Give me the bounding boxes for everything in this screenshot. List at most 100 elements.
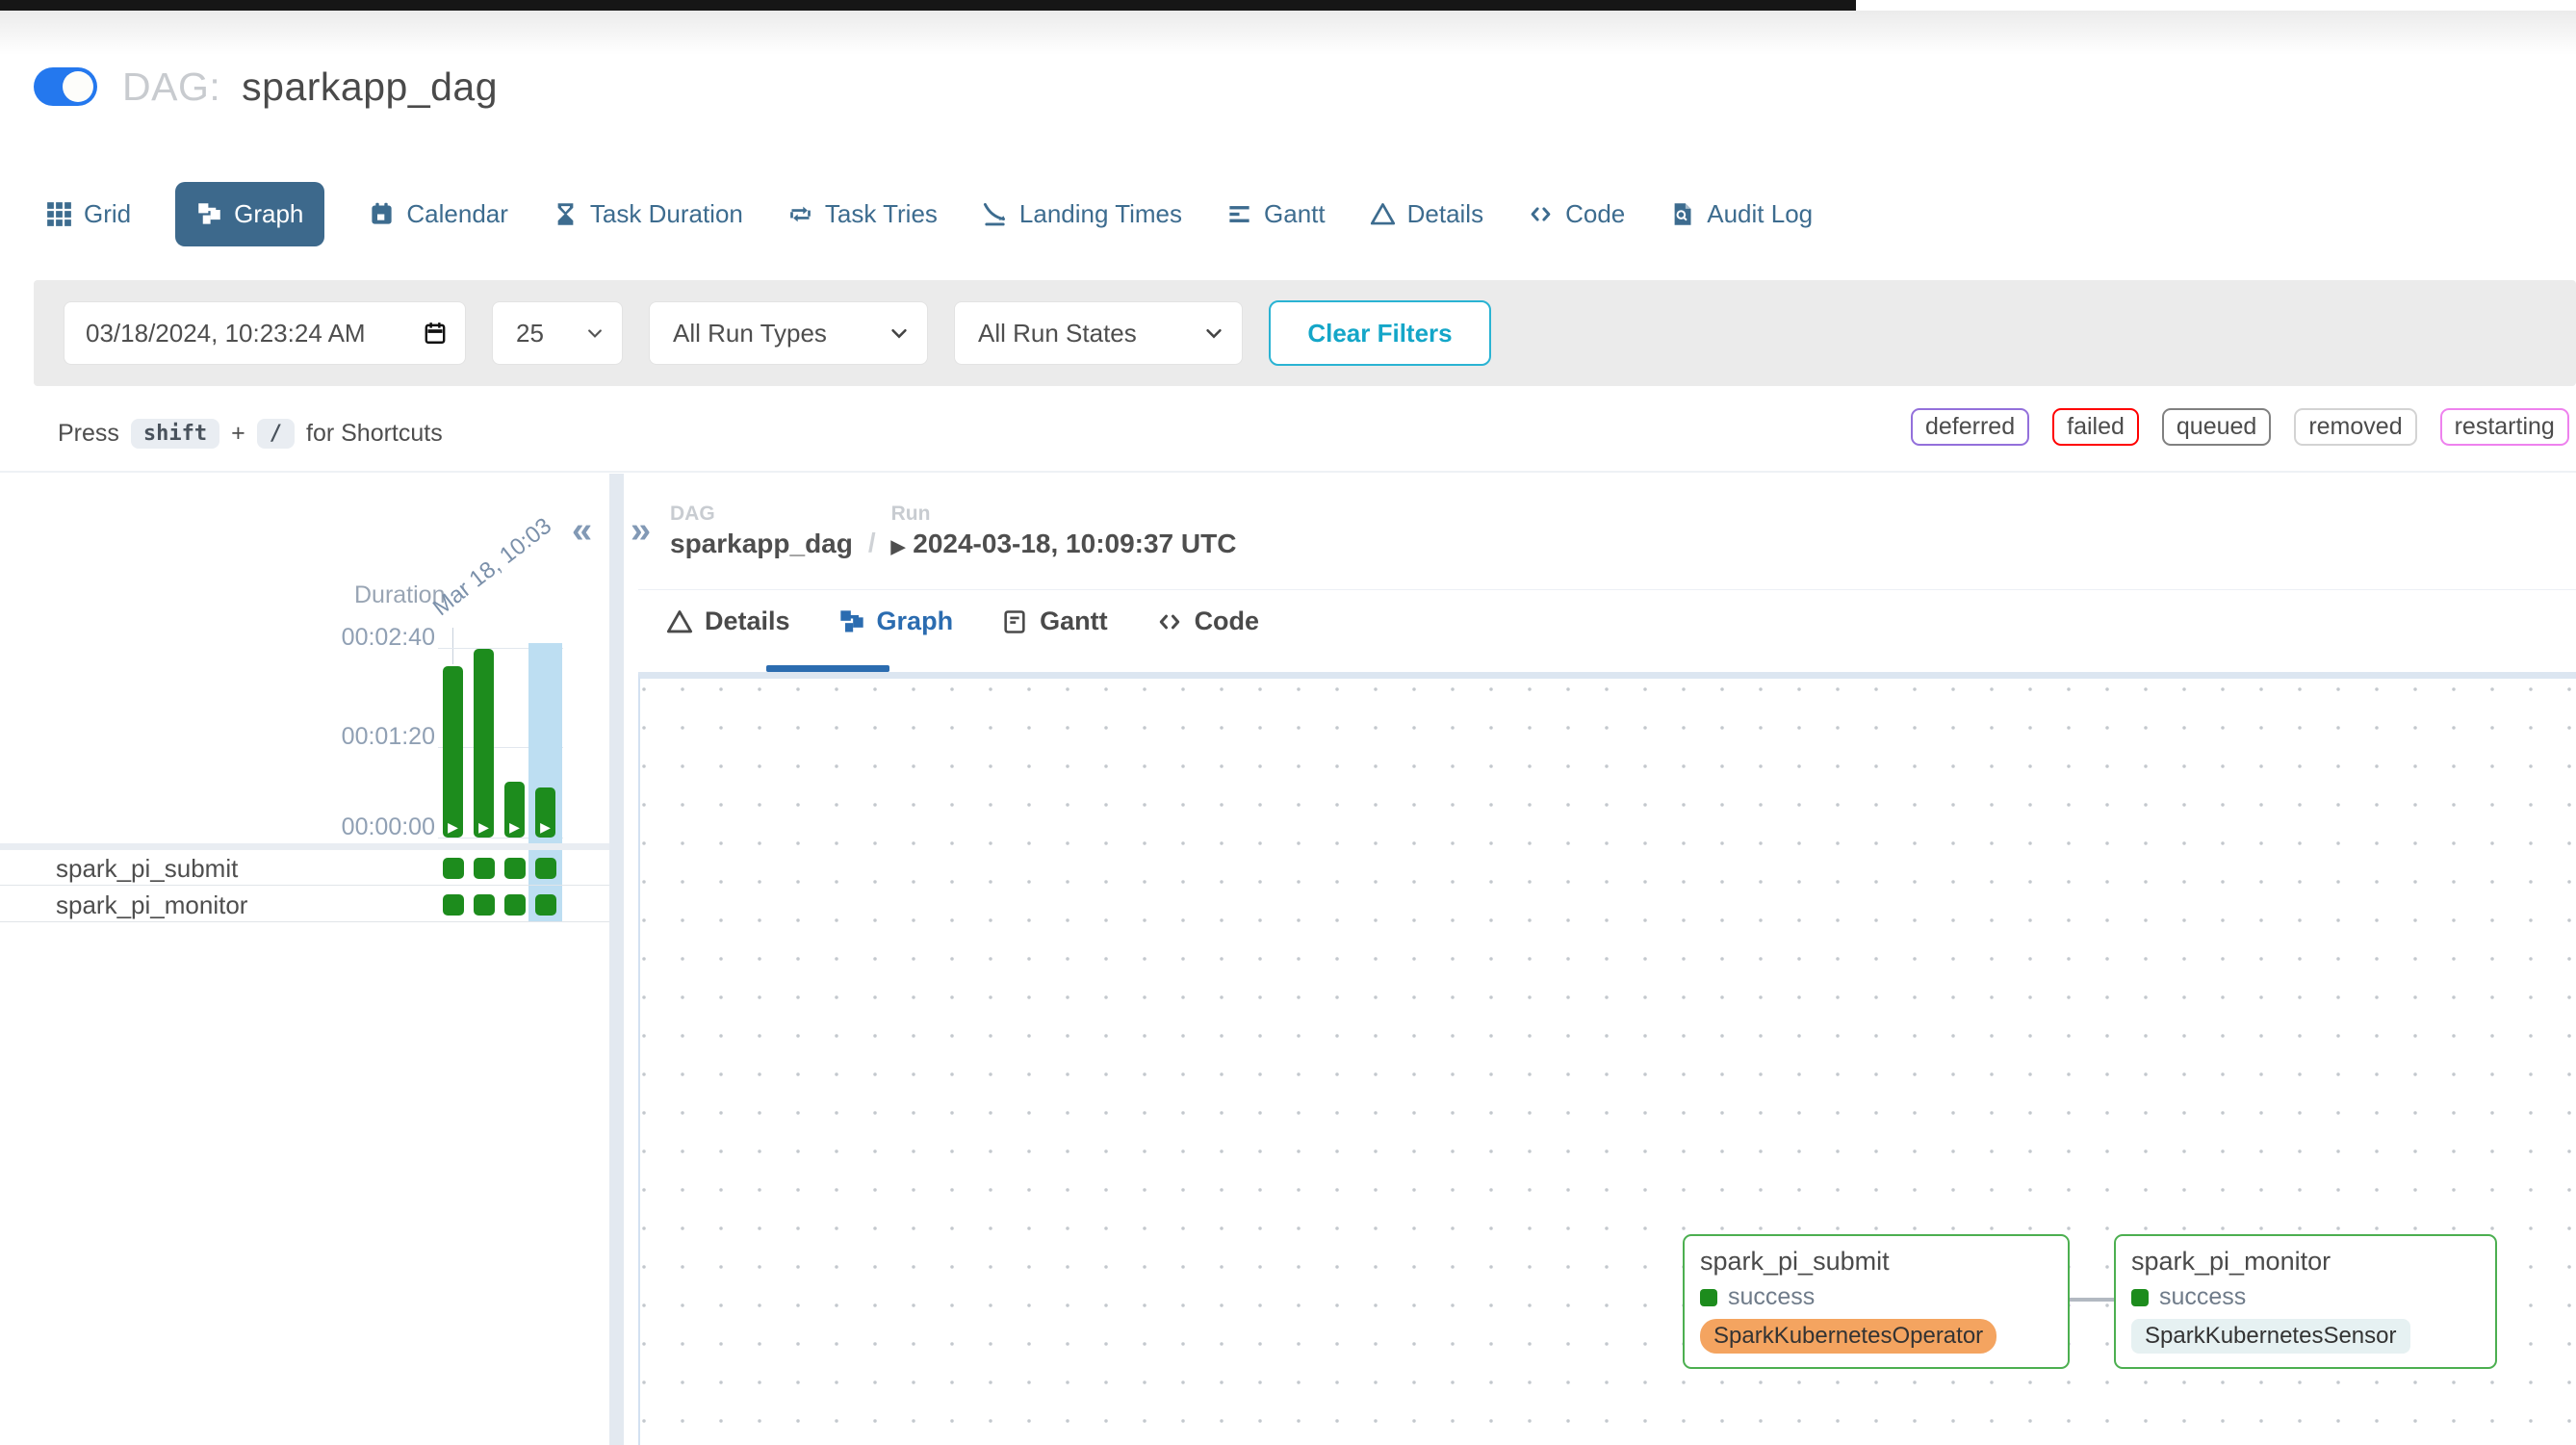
run-types-value: All Run Types <box>673 319 827 348</box>
tab-label: Audit Log <box>1707 199 1813 229</box>
clear-filters-label: Clear Filters <box>1307 319 1452 348</box>
tab-audit-log[interactable]: Audit Log <box>1669 199 1813 229</box>
tab-label: Task Duration <box>590 199 743 229</box>
tab-label: Graph <box>234 199 303 229</box>
tab-code[interactable]: Code <box>1528 199 1625 229</box>
run-states-select[interactable]: All Run States <box>954 301 1243 365</box>
shortcuts-suffix: for Shortcuts <box>306 420 443 448</box>
grid-icon <box>46 201 72 227</box>
tab-gantt[interactable]: Gantt <box>1226 199 1326 229</box>
kbd-slash: / <box>257 419 295 449</box>
graph-icon <box>196 201 222 227</box>
y-tick-2: 00:00:00 <box>339 813 435 841</box>
tab-task-duration[interactable]: Task Duration <box>553 199 743 229</box>
duration-bar-run-2[interactable]: ▶ <box>474 649 494 838</box>
task-instance-cell[interactable] <box>504 894 526 916</box>
node-status: success <box>2131 1283 2480 1311</box>
clear-filters-button[interactable]: Clear Filters <box>1269 300 1491 366</box>
dag-label: DAG: <box>122 65 220 109</box>
task-instance-cell[interactable] <box>535 858 556 879</box>
tab-calendar[interactable]: Calendar <box>369 199 508 229</box>
breadcrumb-dag-label: DAG <box>670 503 853 526</box>
tab-label: Graph <box>877 606 954 636</box>
run-column-tick <box>452 628 453 664</box>
detail-tab-gantt[interactable]: Gantt <box>1001 606 1108 636</box>
success-square-icon <box>1700 1289 1717 1306</box>
dag-pause-toggle[interactable] <box>34 67 97 106</box>
tab-landing-times[interactable]: Landing Times <box>982 199 1182 229</box>
toggle-knob <box>63 71 93 102</box>
chevron-down-icon <box>585 323 605 343</box>
breadcrumb-dag-value[interactable]: sparkapp_dag <box>670 529 853 559</box>
base-date-value: 03/18/2024, 10:23:24 AM <box>86 319 366 348</box>
graph-node-spark-pi-submit[interactable]: spark_pi_submit success SparkKubernetesO… <box>1683 1234 2070 1369</box>
task-instance-cell[interactable] <box>474 858 495 879</box>
task-name[interactable]: spark_pi_submit <box>56 854 238 884</box>
detail-tab-graph[interactable]: Graph <box>838 606 954 636</box>
tab-label: Details <box>1407 199 1483 229</box>
breadcrumb: DAG sparkapp_dag / Run ▶2024-03-18, 10:0… <box>670 503 1236 559</box>
tab-label: Code <box>1195 606 1260 636</box>
calendar-icon <box>369 201 395 227</box>
run-column-header[interactable]: Mar 18, 10:03 <box>428 513 557 622</box>
duration-bar-run-3[interactable]: ▶ <box>504 782 525 838</box>
tab-label: Gantt <box>1264 199 1326 229</box>
node-state: success <box>1728 1283 1815 1311</box>
duration-bar-run-1[interactable]: ▶ <box>443 666 463 838</box>
tab-details[interactable]: Details <box>1370 199 1483 229</box>
tab-task-tries[interactable]: Task Tries <box>787 199 938 229</box>
play-icon: ▶ <box>443 819 463 836</box>
airflow-dag-page: DAG: sparkapp_dag Grid Graph <box>0 0 2576 1445</box>
play-icon: ▶ <box>535 819 555 836</box>
code-icon <box>1528 201 1554 227</box>
task-instance-cell[interactable] <box>443 858 464 879</box>
tab-label: Gantt <box>1040 606 1108 636</box>
duration-bar-run-4[interactable]: ▶ <box>535 787 555 838</box>
breadcrumb-run-value[interactable]: ▶2024-03-18, 10:09:37 UTC <box>891 529 1237 559</box>
base-date-input[interactable]: 03/18/2024, 10:23:24 AM <box>64 301 466 365</box>
run-types-select[interactable]: All Run Types <box>649 301 928 365</box>
audit-log-icon <box>1669 201 1695 227</box>
breadcrumb-separator: / <box>868 528 876 559</box>
gantt-bars-icon <box>1226 201 1252 227</box>
state-badge-queued[interactable]: queued <box>2162 408 2271 446</box>
repeat-icon <box>787 201 813 227</box>
collapse-grid-icon[interactable]: « <box>572 510 592 552</box>
state-badge-failed[interactable]: failed <box>2052 408 2139 446</box>
y-tick-1: 00:01:20 <box>339 723 435 751</box>
warning-triangle-icon <box>666 608 693 635</box>
detail-tab-code[interactable]: Code <box>1156 606 1260 636</box>
node-title: spark_pi_monitor <box>2131 1247 2480 1277</box>
landing-icon <box>982 201 1008 227</box>
chevron-down-icon <box>889 323 910 344</box>
chevron-down-icon <box>1203 323 1224 344</box>
node-state: success <box>2159 1283 2246 1311</box>
page-size-select[interactable]: 25 <box>492 301 623 365</box>
task-instance-cell[interactable] <box>443 894 464 916</box>
y-tick-0: 00:02:40 <box>339 624 435 652</box>
graph-node-spark-pi-monitor[interactable]: spark_pi_monitor success SparkKubernetes… <box>2114 1234 2497 1369</box>
tab-label: Calendar <box>406 199 508 229</box>
datepicker-calendar-icon[interactable] <box>423 321 448 346</box>
detail-tab-details[interactable]: Details <box>666 606 790 636</box>
state-badge-restarting[interactable]: restarting <box>2440 408 2569 446</box>
dag-view-tabs: Grid Graph Calendar <box>46 171 1813 256</box>
panel-resize-handle[interactable] <box>609 474 624 1445</box>
window-top-bar <box>0 0 1856 11</box>
tab-label: Code <box>1565 199 1625 229</box>
task-row-spark-pi-submit: spark_pi_submit <box>0 850 609 886</box>
task-instance-cell[interactable] <box>474 894 495 916</box>
task-instance-cell[interactable] <box>535 894 556 916</box>
dag-name: sparkapp_dag <box>242 65 498 109</box>
code-icon <box>1156 608 1183 635</box>
state-badge-deferred[interactable]: deferred <box>1911 408 2029 446</box>
task-edge <box>2070 1298 2114 1302</box>
tab-grid[interactable]: Grid <box>46 199 131 229</box>
expand-details-icon[interactable]: » <box>631 510 651 552</box>
state-badge-removed[interactable]: removed <box>2294 408 2416 446</box>
tab-graph[interactable]: Graph <box>175 182 324 246</box>
task-name[interactable]: spark_pi_monitor <box>56 890 247 920</box>
task-instance-cell[interactable] <box>504 858 526 879</box>
tab-label: Details <box>705 606 790 636</box>
shortcuts-joiner: + <box>231 420 245 448</box>
